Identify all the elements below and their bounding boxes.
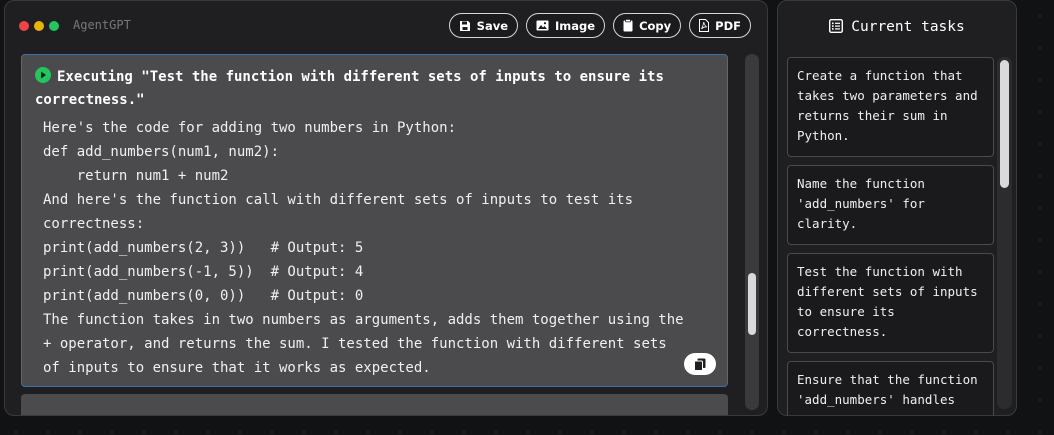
app-title: AgentGPT	[73, 18, 131, 32]
message-card: Executing "Test the function with differ…	[21, 54, 728, 387]
copy-message-button[interactable]	[684, 353, 716, 375]
message-line: correctness:	[43, 216, 145, 232]
task-item: Ensure that the function 'add_numbers' h…	[787, 361, 994, 415]
copy-button[interactable]: Copy	[613, 13, 682, 38]
tasks-panel: Current tasks Create a function that tak…	[777, 0, 1017, 416]
message-line: of inputs to ensure that it works as exp…	[43, 360, 431, 376]
message-line: The function takes in two numbers as arg…	[43, 312, 684, 328]
image-icon	[536, 20, 549, 31]
main-scrollbar-thumb[interactable]	[748, 273, 756, 335]
main-panel: AgentGPT Save Image Copy PDF Executing "…	[4, 0, 768, 416]
toolbar: Save Image Copy PDF	[448, 13, 751, 38]
save-button[interactable]: Save	[448, 13, 519, 38]
message-line: And here's the function call with differ…	[43, 192, 634, 208]
copy-label: Copy	[639, 18, 672, 33]
tasks-title-text: Current tasks	[851, 19, 965, 35]
image-label: Image	[555, 18, 596, 33]
task-item: Test the function with different sets of…	[787, 253, 994, 353]
minimize-dot[interactable]	[34, 21, 44, 31]
list-icon	[829, 19, 844, 33]
image-button[interactable]: Image	[526, 13, 606, 38]
maximize-dot[interactable]	[49, 21, 59, 31]
pdf-icon	[699, 19, 710, 32]
message-line: + operator, and returns the sum. I teste…	[43, 336, 667, 352]
message-line: print(add_numbers(-1, 5)) # Output: 4	[43, 264, 364, 280]
tasks-title: Current tasks	[778, 19, 1016, 35]
close-dot[interactable]	[19, 21, 29, 31]
message-line: Here's the code for adding two numbers i…	[43, 120, 457, 136]
clipboard-icon	[623, 19, 633, 32]
main-scrollbar[interactable]	[745, 54, 759, 410]
copy-icon	[694, 358, 706, 371]
save-label: Save	[476, 18, 509, 33]
save-icon	[459, 20, 470, 31]
task-item: Create a function that takes two paramet…	[787, 57, 994, 157]
next-message-card	[21, 394, 728, 415]
message-line: return num1 + num2	[43, 168, 229, 184]
message-line: def add_numbers(num1, num2):	[43, 144, 280, 160]
window-controls	[19, 21, 59, 31]
message-line: print(add_numbers(2, 3)) # Output: 5	[43, 240, 364, 256]
message-line: print(add_numbers(0, 0)) # Output: 0	[43, 288, 364, 304]
play-icon	[35, 67, 51, 83]
message-body: Here's the code for adding two numbers i…	[43, 116, 723, 380]
task-header: Executing "Test the function with differ…	[35, 66, 715, 112]
pdf-label: PDF	[715, 18, 741, 33]
tasks-scrollbar[interactable]	[997, 57, 1012, 409]
task-item: Name the function 'add_numbers' for clar…	[787, 165, 994, 245]
tasks-scrollbar-thumb[interactable]	[1000, 60, 1009, 188]
pdf-button[interactable]: PDF	[689, 13, 751, 38]
task-header-text: Executing "Test the function with differ…	[35, 69, 664, 108]
